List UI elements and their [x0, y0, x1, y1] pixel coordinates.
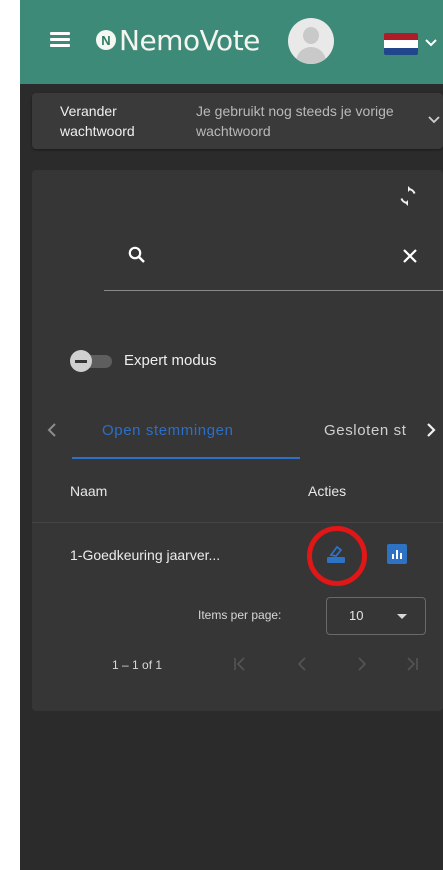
column-header-name: Naam: [70, 483, 108, 499]
logo-text: NemoVote: [119, 24, 260, 57]
next-page-icon[interactable]: [354, 655, 370, 673]
items-per-page-label: Items per page:: [198, 608, 282, 622]
refresh-icon[interactable]: [398, 186, 418, 206]
password-notice-panel[interactable]: Verander wachtwoord Je gebruikt nog stee…: [32, 93, 443, 149]
notice-title: Verander wachtwoord: [60, 103, 135, 139]
logo-mark: N: [96, 30, 116, 50]
search-input[interactable]: [168, 238, 402, 274]
active-tab-indicator: [72, 457, 300, 459]
expand-chevron-icon[interactable]: [428, 116, 440, 124]
highlight-circle: [307, 526, 367, 586]
search-underline: [104, 290, 443, 291]
menu-icon[interactable]: [50, 31, 70, 47]
user-avatar-icon[interactable]: [288, 18, 334, 64]
netherlands-flag-icon[interactable]: [384, 33, 418, 55]
results-chart-icon[interactable]: [387, 544, 407, 564]
previous-page-icon[interactable]: [294, 655, 310, 673]
chevron-left-icon[interactable]: [46, 422, 58, 438]
close-icon[interactable]: [402, 248, 418, 264]
search-icon: [128, 246, 145, 263]
expert-mode-label: Expert modus: [124, 352, 217, 369]
last-page-icon[interactable]: [404, 655, 420, 673]
chevron-down-icon[interactable]: [424, 38, 438, 48]
column-header-actions: Acties: [308, 483, 347, 499]
dropdown-caret-icon: [397, 614, 407, 619]
app-screen: N NemoVote Verander wachtwoord Je gebrui…: [20, 0, 443, 870]
expert-mode-toggle[interactable]: [70, 350, 114, 372]
tab-open-votes[interactable]: Open stemmingen: [102, 422, 234, 439]
notice-description: Je gebruikt nog steeds je vorige wachtwo…: [196, 103, 394, 139]
table-row-name[interactable]: 1-Goedkeuring jaarver...: [70, 547, 220, 563]
top-app-bar: N NemoVote: [20, 0, 443, 84]
items-per-page-select[interactable]: 10: [326, 597, 426, 635]
row-divider: [32, 522, 443, 523]
items-per-page-value: 10: [349, 608, 364, 623]
tab-closed-votes[interactable]: Gesloten st: [324, 422, 414, 439]
chevron-right-icon[interactable]: [425, 422, 437, 438]
first-page-icon[interactable]: [232, 655, 248, 673]
votes-card: Expert modus Open stemmingen Gesloten st…: [32, 170, 443, 711]
pagination-range: 1 – 1 of 1: [112, 658, 163, 672]
